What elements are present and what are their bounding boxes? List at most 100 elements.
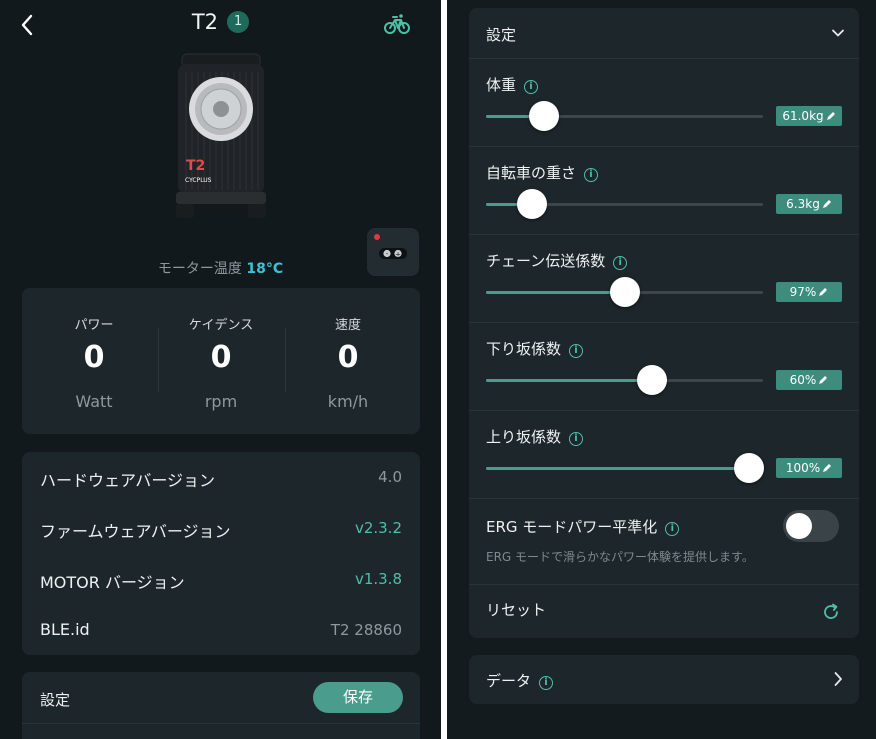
version-key: BLE.id xyxy=(40,620,90,639)
slider-knob[interactable] xyxy=(529,101,560,131)
slider-label-text: 下り坂係数 xyxy=(486,340,562,358)
save-button[interactable]: 保存 xyxy=(313,682,403,713)
remote-plus: + xyxy=(395,251,401,259)
slider-chain-coefficient: チェーン伝送係数 i 97% xyxy=(469,234,859,322)
version-info-card: ハードウェアバージョン 4.0 ファームウェアバージョン v2.3.2 MOTO… xyxy=(22,452,420,655)
trainer-device-image: T2 CYCPLUS xyxy=(176,53,266,218)
slider-value: 97% xyxy=(789,285,817,299)
slider-label-text: 上り坂係数 xyxy=(486,428,562,446)
slider-fill xyxy=(486,291,625,294)
remote-controller-icon: - + xyxy=(374,234,407,259)
data-label-text: データ xyxy=(486,672,532,690)
settings-panel: 設定 体重 i 61.0kg 自転車の重さ i 6.3kg チェーン伝送係数 i 97… xyxy=(447,0,876,739)
toggle-knob xyxy=(786,513,812,539)
info-icon[interactable]: i xyxy=(665,522,680,536)
slider-fill xyxy=(486,467,750,470)
info-icon[interactable]: i xyxy=(524,80,539,94)
page-title: T2 xyxy=(191,10,219,34)
slider-value-edit[interactable]: 61.0kg xyxy=(776,106,842,126)
version-value: 4.0 xyxy=(378,468,402,486)
remote-controller-button[interactable]: - + xyxy=(367,228,419,276)
chevron-right-icon xyxy=(834,672,842,686)
stat-speed: 速度 0 km/h xyxy=(282,288,414,434)
device-brand-label: CYCPLUS xyxy=(185,177,212,184)
erg-description: ERG モードで滑らかなパワー体験を提供します。 xyxy=(486,550,754,564)
slider-label: 上り坂係数 i xyxy=(486,426,584,447)
slider-knob[interactable] xyxy=(734,453,765,483)
erg-smoothing-toggle[interactable] xyxy=(783,510,839,542)
slider-track[interactable] xyxy=(486,277,763,307)
version-row-firmware[interactable]: ファームウェアバージョン v2.3.2 xyxy=(40,503,402,554)
slider-bike-weight: 自転車の重さ i 6.3kg xyxy=(469,146,859,234)
stat-value: 0 xyxy=(337,340,359,375)
settings-header-label: 設定 xyxy=(486,26,517,44)
data-row[interactable]: データ i xyxy=(469,655,859,704)
info-icon[interactable]: i xyxy=(584,168,599,182)
slider-value: 61.0kg xyxy=(782,109,824,123)
version-key: ファームウェアバージョン xyxy=(40,522,231,541)
version-row-hardware: ハードウェアバージョン 4.0 xyxy=(40,452,402,503)
slider-track[interactable] xyxy=(486,365,763,395)
slider-knob[interactable] xyxy=(637,365,668,395)
slider-knob[interactable] xyxy=(516,189,547,219)
version-key: ハードウェアバージョン xyxy=(40,471,216,490)
trainer-detail-panel: T2 1 T2 CYCPLUS モーター温度 18°C - + パワー 0 Wa… xyxy=(0,0,441,739)
stat-unit: km/h xyxy=(327,392,369,411)
stat-cadence: ケイデンス 0 rpm xyxy=(155,288,287,434)
version-value: v1.3.8 xyxy=(354,570,402,588)
bike-icon[interactable] xyxy=(384,13,410,35)
stat-label: 速度 xyxy=(334,318,361,333)
info-icon[interactable]: i xyxy=(569,344,584,358)
slider-knob[interactable] xyxy=(609,277,640,307)
pencil-icon xyxy=(823,464,832,472)
version-value: T2 28860 xyxy=(330,621,402,639)
slider-track[interactable] xyxy=(486,453,765,483)
slider-value: 6.3kg xyxy=(786,197,820,211)
slider-label-text: 体重 xyxy=(486,76,517,94)
reset-row[interactable]: リセット xyxy=(469,584,859,638)
slider-label: 下り坂係数 i xyxy=(486,338,584,359)
info-icon[interactable]: i xyxy=(569,432,584,446)
stat-unit: Watt xyxy=(75,392,113,411)
slider-track[interactable] xyxy=(486,101,763,131)
reset-label: リセット xyxy=(486,601,547,619)
slider-value-edit[interactable]: 6.3kg xyxy=(776,194,842,214)
version-row-motor[interactable]: MOTOR バージョン v1.3.8 xyxy=(40,554,402,605)
stat-value: 0 xyxy=(210,340,232,375)
device-model-mark: T2 xyxy=(186,158,205,174)
pencil-icon xyxy=(819,376,828,384)
version-key: MOTOR バージョン xyxy=(40,573,185,592)
info-icon[interactable]: i xyxy=(539,676,554,690)
erg-smoothing-row: ERG モードパワー平準化 i ERG モードで滑らかなパワー体験を提供します。 xyxy=(469,498,859,584)
motor-temp-value: 18°C xyxy=(246,261,284,277)
slider-fill xyxy=(486,379,653,382)
pencil-icon xyxy=(819,288,828,296)
erg-label: ERG モードパワー平準化 i xyxy=(486,516,680,537)
slider-value: 60% xyxy=(789,373,817,387)
stat-value: 0 xyxy=(83,340,105,375)
settings-card: 設定 体重 i 61.0kg 自転車の重さ i 6.3kg チェーン伝送係数 i 97… xyxy=(469,8,859,638)
settings-section-left: 設定 保存 xyxy=(22,672,420,739)
slider-label-text: チェーン伝送係数 xyxy=(486,252,606,270)
chevron-down-icon xyxy=(832,29,844,37)
slider-value-edit[interactable]: 97% xyxy=(776,282,842,302)
slider-value-edit[interactable]: 100% xyxy=(776,458,842,478)
pencil-icon xyxy=(826,112,835,120)
live-stats-card: パワー 0 Watt ケイデンス 0 rpm 速度 0 km/h xyxy=(22,288,420,434)
settings-header[interactable]: 設定 xyxy=(469,8,859,58)
version-value: v2.3.2 xyxy=(354,519,402,537)
slider-track[interactable] xyxy=(486,189,763,219)
header-title-group: T2 1 xyxy=(0,10,441,40)
device-count-badge: 1 xyxy=(227,11,250,33)
slider-downhill-coefficient: 下り坂係数 i 60% xyxy=(469,322,859,410)
version-row-ble-id: BLE.id T2 28860 xyxy=(40,605,402,656)
stat-label: ケイデンス xyxy=(188,318,254,333)
erg-label-text: ERG モードパワー平準化 xyxy=(486,518,658,536)
settings-label: 設定 xyxy=(40,691,71,709)
slider-value-edit[interactable]: 60% xyxy=(776,370,842,390)
slider-value: 100% xyxy=(785,461,821,475)
reset-refresh-icon[interactable] xyxy=(821,602,841,622)
slider-label: 体重 i xyxy=(486,74,539,95)
slider-label-text: 自転車の重さ xyxy=(486,164,577,182)
info-icon[interactable]: i xyxy=(613,256,628,270)
